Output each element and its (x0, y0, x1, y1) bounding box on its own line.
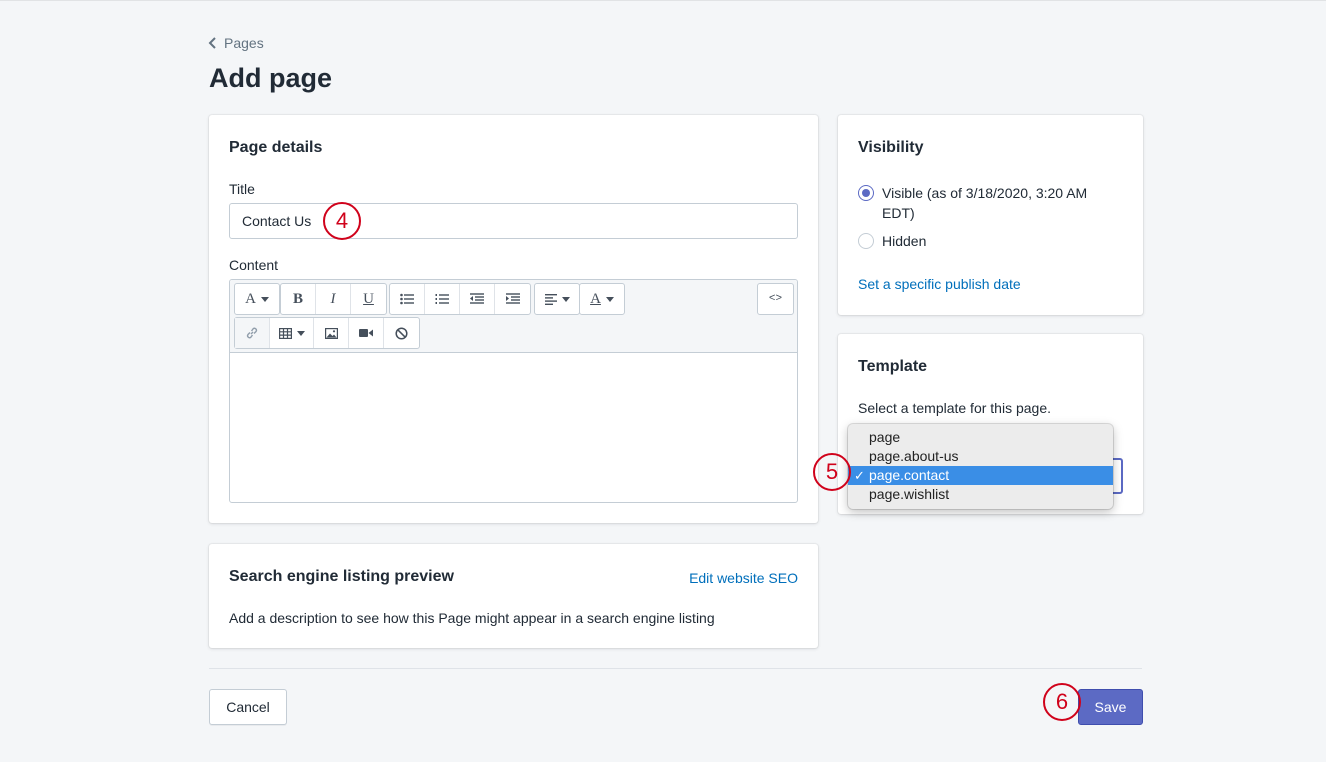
indent-button[interactable] (495, 284, 530, 314)
chevron-down-icon (260, 296, 269, 302)
template-option-label: page.contact (869, 467, 950, 483)
html-group: <> (757, 283, 794, 315)
template-option-selected[interactable]: ✓ page.contact (848, 466, 1113, 485)
format-group: B I U (280, 283, 387, 315)
visible-radio[interactable] (858, 185, 874, 201)
content-editor: A B I U A <> (229, 279, 798, 503)
link-button[interactable] (235, 318, 270, 348)
publish-date-link[interactable]: Set a specific publish date (858, 276, 1021, 292)
chevron-left-icon (208, 37, 216, 49)
table-icon (278, 327, 292, 339)
breadcrumb[interactable]: Pages (208, 35, 264, 51)
visible-radio-label[interactable]: Visible (as of 3/18/2020, 3:20 AM EDT) (882, 183, 1122, 223)
bulleted-list-icon (400, 293, 414, 305)
chevron-down-icon (561, 296, 570, 302)
list-group (389, 283, 531, 315)
alignment-group (534, 283, 580, 315)
chevron-down-icon (605, 296, 614, 302)
underline-button[interactable]: U (351, 284, 386, 314)
align-left-icon (544, 293, 557, 305)
clear-formatting-button[interactable] (384, 318, 419, 348)
font-icon: A (245, 290, 256, 307)
edit-website-seo-link[interactable]: Edit website SEO (689, 570, 798, 586)
content-textarea[interactable] (230, 354, 797, 502)
numbered-list-button[interactable] (425, 284, 460, 314)
insert-group (234, 317, 420, 349)
visibility-card: Visibility Visible (as of 3/18/2020, 3:2… (838, 115, 1143, 315)
prohibited-icon (395, 326, 408, 340)
template-option[interactable]: page.wishlist (848, 485, 1113, 504)
outdent-button[interactable] (460, 284, 495, 314)
indent-icon (505, 293, 520, 304)
image-icon (324, 327, 338, 339)
seo-heading: Search engine listing preview (229, 568, 454, 585)
bulleted-list-button[interactable] (390, 284, 425, 314)
link-icon (246, 327, 258, 339)
template-dropdown-menu: page page.about-us ✓ page.contact page.w… (848, 424, 1113, 509)
divider (209, 668, 1142, 669)
template-option[interactable]: page.about-us (848, 447, 1113, 466)
text-color-button[interactable]: A (580, 284, 624, 314)
step-marker-4: 4 (323, 202, 361, 240)
align-dropdown-button[interactable] (535, 284, 579, 314)
editor-toolbar: A B I U A <> (230, 280, 797, 353)
save-button[interactable]: Save (1078, 689, 1143, 725)
insert-image-button[interactable] (314, 318, 349, 348)
hidden-radio-label[interactable]: Hidden (882, 231, 926, 251)
insert-video-button[interactable] (349, 318, 384, 348)
video-icon (359, 329, 373, 337)
breadcrumb-pages-link[interactable]: Pages (224, 35, 264, 51)
content-label: Content (229, 257, 279, 273)
hidden-radio[interactable] (858, 233, 874, 249)
numbered-list-icon (435, 294, 449, 304)
outdent-icon (470, 293, 484, 304)
checkmark-icon: ✓ (854, 468, 865, 483)
title-label: Title (229, 181, 255, 197)
cancel-button[interactable]: Cancel (209, 689, 287, 725)
template-option[interactable]: page (848, 428, 1113, 447)
title-input[interactable]: Contact Us (229, 203, 798, 239)
color-group: A (579, 283, 625, 315)
page-details-heading: Page details (229, 139, 323, 156)
bold-button[interactable]: B (281, 284, 316, 314)
page-details-card: Page details Title Contact Us Content A … (209, 115, 818, 523)
font-dropdown-button[interactable]: A (235, 284, 279, 314)
italic-button[interactable]: I (316, 284, 351, 314)
chevron-down-icon (296, 330, 305, 336)
template-heading: Template (858, 358, 928, 375)
font-group: A (234, 283, 280, 315)
html-toggle-button[interactable]: <> (758, 284, 793, 314)
page-title: Add page (209, 63, 333, 93)
table-dropdown-button[interactable] (270, 318, 314, 348)
seo-description: Add a description to see how this Page m… (229, 610, 715, 626)
template-description: Select a template for this page. (858, 400, 1051, 416)
step-marker-6: 6 (1043, 683, 1081, 721)
seo-preview-card: Search engine listing preview Edit websi… (209, 544, 818, 648)
visibility-heading: Visibility (858, 139, 924, 156)
step-marker-5: 5 (813, 453, 851, 491)
text-color-icon: A (590, 290, 601, 307)
